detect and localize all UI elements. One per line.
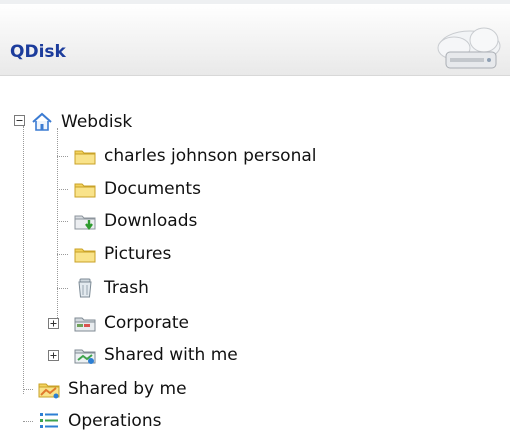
expand-toggle-shared-with-me[interactable] bbox=[48, 350, 59, 361]
folder-icon bbox=[74, 248, 96, 263]
tree-item-charles-johnson-personal[interactable]: charles johnson personal bbox=[73, 141, 317, 171]
folder-icon bbox=[74, 183, 96, 198]
tree-item-label: Documents bbox=[104, 179, 201, 199]
home-icon bbox=[32, 112, 52, 131]
collapse-toggle-webdisk[interactable] bbox=[14, 115, 25, 126]
tree-item-label: Downloads bbox=[104, 211, 198, 231]
shared-by-me-icon bbox=[38, 383, 60, 399]
trash-icon bbox=[78, 278, 92, 298]
folder-icon bbox=[74, 150, 96, 165]
tree-item-webdisk[interactable]: Webdisk bbox=[30, 107, 132, 137]
tree-item-label: charles johnson personal bbox=[104, 146, 317, 166]
tree-item-label: Trash bbox=[104, 278, 149, 298]
tree-item-pictures[interactable]: Pictures bbox=[73, 239, 171, 269]
tree-item-label: Corporate bbox=[104, 313, 189, 333]
tree-line bbox=[23, 389, 33, 390]
tree-item-shared-with-me[interactable]: Shared with me bbox=[73, 340, 238, 370]
shared-folder-icon bbox=[74, 317, 96, 332]
tree-item-shared-by-me[interactable]: Shared by me bbox=[37, 374, 187, 404]
tree-item-label: Webdisk bbox=[61, 112, 133, 132]
qdisk-header: QDisk bbox=[0, 0, 510, 75]
tree-item-label: Shared by me bbox=[68, 379, 187, 399]
tree-item-label: Operations bbox=[68, 411, 162, 431]
expand-toggle-corporate[interactable] bbox=[48, 318, 59, 329]
tree-line bbox=[57, 254, 68, 255]
tree-item-label: Pictures bbox=[104, 244, 172, 264]
tree-item-documents[interactable]: Documents bbox=[73, 174, 201, 204]
cloud-disk-icon bbox=[437, 27, 501, 69]
tree-line bbox=[23, 126, 24, 394]
tree-item-trash[interactable]: Trash bbox=[73, 273, 149, 303]
app-title: QDisk bbox=[10, 42, 66, 62]
tree-item-corporate[interactable]: Corporate bbox=[73, 308, 189, 338]
operations-list-icon bbox=[40, 413, 58, 428]
tree-line bbox=[57, 128, 58, 328]
tree-line bbox=[57, 156, 68, 157]
header-divider bbox=[0, 75, 510, 76]
tree-line bbox=[57, 288, 68, 289]
shared-with-me-icon bbox=[74, 349, 96, 364]
tree-line bbox=[23, 421, 33, 422]
tree-line bbox=[57, 221, 68, 222]
download-folder-icon bbox=[74, 215, 96, 230]
tree-item-operations[interactable]: Operations bbox=[37, 406, 161, 436]
tree-item-downloads[interactable]: Downloads bbox=[73, 206, 197, 236]
tree-item-label: Shared with me bbox=[104, 345, 238, 365]
folder-tree: Webdisk charles johnson personal Documen… bbox=[0, 100, 510, 437]
tree-line bbox=[57, 189, 68, 190]
